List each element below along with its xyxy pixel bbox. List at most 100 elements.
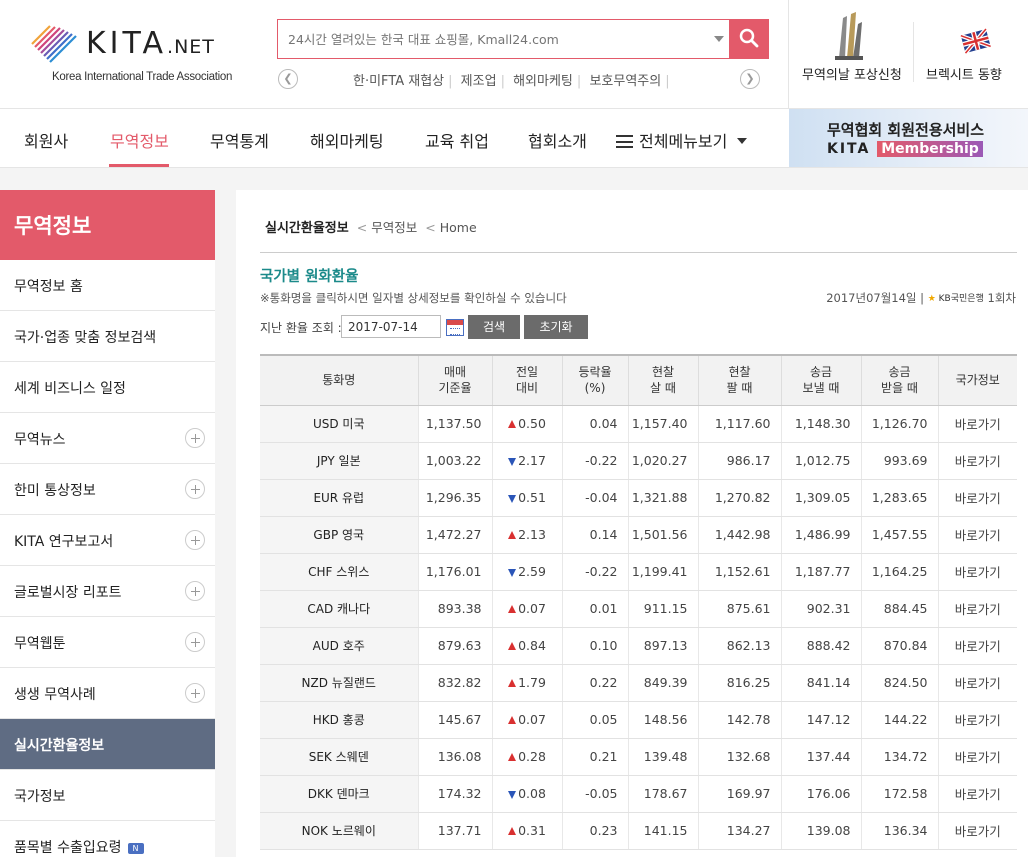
country-info-link[interactable]: 바로가기: [937, 516, 1017, 554]
breadcrumb-home[interactable]: Home: [440, 220, 477, 235]
currency-name-cell[interactable]: DKK 덴마크: [260, 775, 418, 813]
kita-logo[interactable]: KITA.NET Korea International Trade Assoc…: [30, 20, 260, 90]
new-badge: N: [127, 843, 144, 854]
promo-area: 무역의날 포상신청 브렉시트 동향: [788, 0, 1028, 108]
currency-name-cell[interactable]: EUR 유럽: [260, 479, 418, 517]
country-info-link[interactable]: 바로가기: [937, 775, 1017, 813]
change-percent-cell: 0.10: [561, 627, 628, 665]
keyword-item[interactable]: 제조업: [461, 74, 497, 89]
membership-banner[interactable]: 무역협회 회원전용서비스 KITA Membership: [789, 109, 1028, 167]
country-info-link[interactable]: 바로가기: [937, 664, 1017, 702]
country-info-link[interactable]: 바로가기: [937, 627, 1017, 665]
award-promo[interactable]: 무역의날 포상신청: [789, 0, 911, 108]
cash-sell-cell: 134.27: [697, 812, 781, 850]
keyword-next-icon[interactable]: ❯: [740, 69, 760, 89]
breadcrumb-parent[interactable]: 무역정보: [371, 220, 417, 235]
remit-send-cell: 888.42: [780, 627, 861, 665]
remit-receive-cell: 993.69: [860, 442, 938, 480]
calendar-icon[interactable]: [446, 319, 464, 336]
reset-button[interactable]: 초기화: [524, 315, 588, 339]
sidebar-item-korea-us-trade[interactable]: 한미 통상정보: [0, 464, 215, 515]
keyword-item[interactable]: 한·미FTA 재협상: [353, 74, 444, 89]
cash-buy-cell: 849.39: [627, 664, 698, 702]
expand-plus-icon[interactable]: [185, 428, 205, 448]
nav-item-overseas-marketing[interactable]: 해외마케팅: [310, 128, 384, 152]
change-percent-cell: 0.22: [561, 664, 628, 702]
sidebar-item-custom-search[interactable]: 국가·업종 맞춤 정보검색: [0, 311, 215, 362]
membership-subtitle: KITA Membership: [827, 141, 983, 157]
change-percent-cell: -0.22: [561, 553, 628, 591]
base-rate-cell: 1,137.50: [417, 405, 492, 443]
nav-item-trade-stats[interactable]: 무역통계: [210, 128, 269, 152]
expand-plus-icon[interactable]: [185, 632, 205, 652]
country-info-link[interactable]: 바로가기: [937, 479, 1017, 517]
keyword-item[interactable]: 해외마케팅: [513, 74, 573, 89]
search-dropdown-icon[interactable]: [714, 36, 724, 42]
brexit-promo[interactable]: 브렉시트 동향: [915, 0, 1028, 108]
award-promo-label: 무역의날 포상신청: [802, 68, 902, 83]
expand-plus-icon[interactable]: [185, 683, 205, 703]
cash-sell-cell: 169.97: [697, 775, 781, 813]
nav-item-about[interactable]: 협회소개: [528, 128, 587, 152]
sidebar-title: 무역정보: [0, 190, 215, 260]
remit-receive-cell: 1,457.55: [860, 516, 938, 554]
nav-all-menu[interactable]: 전체메뉴보기: [616, 128, 748, 152]
exchange-rate-table: 통화명 매매 기준율 전일 대비 등락율 (%) 현찰 살 때 현찰 팔 때 송금 보낼 때 송금 받을 때…: [260, 354, 1017, 850]
currency-name-cell[interactable]: NZD 뉴질랜드: [260, 664, 418, 702]
column-header: 국가정보: [937, 354, 1017, 406]
table-row: EUR 유럽 1,296.35 0.51 -0.04 1,321.88 1,270.82 1…: [260, 479, 1017, 517]
keyword-prev-icon[interactable]: ❮: [278, 69, 298, 89]
sidebar-item-trade-news[interactable]: 무역뉴스: [0, 413, 215, 464]
country-info-link[interactable]: 바로가기: [937, 738, 1017, 776]
keyword-item[interactable]: 보호무역주의: [589, 74, 661, 89]
currency-name-cell[interactable]: GBP 영국: [260, 516, 418, 554]
sidebar-item-exchange-rates[interactable]: 실시간환율정보: [0, 719, 215, 770]
sidebar-item-country-info[interactable]: 국가정보: [0, 770, 215, 821]
column-header: 현찰 살 때: [627, 354, 698, 406]
expand-plus-icon[interactable]: [185, 530, 205, 550]
country-info-link[interactable]: 바로가기: [937, 553, 1017, 591]
nav-item-trade-info[interactable]: 무역정보: [110, 128, 169, 152]
sidebar-item-global-market-report[interactable]: 글로벌시장 리포트: [0, 566, 215, 617]
keyword-bar: ❮ 한·미FTA 재협상 | 제조업 | 해외마케팅 | 보호무역주의 | ❯: [277, 67, 769, 91]
sidebar-item-trade-info-home[interactable]: 무역정보 홈: [0, 260, 215, 311]
sidebar-item-trade-cases[interactable]: 생생 무역사례: [0, 668, 215, 719]
triangle-down-icon: [508, 569, 517, 577]
country-info-link[interactable]: 바로가기: [937, 442, 1017, 480]
country-info-link[interactable]: 바로가기: [937, 405, 1017, 443]
currency-name-cell[interactable]: AUD 호주: [260, 627, 418, 665]
table-row: AUD 호주 879.63 0.84 0.10 897.13 862.13 888.42 87…: [260, 627, 1017, 665]
sidebar-item-business-schedule[interactable]: 세계 비즈니스 일정: [0, 362, 215, 413]
currency-name-cell[interactable]: HKD 홍콩: [260, 701, 418, 739]
search-button[interactable]: [729, 19, 769, 59]
country-info-link[interactable]: 바로가기: [937, 701, 1017, 739]
currency-name-cell[interactable]: CAD 캐나다: [260, 590, 418, 628]
sidebar-item-export-import-guide[interactable]: 품목별 수출입요령 N: [0, 821, 215, 857]
currency-name-cell[interactable]: JPY 일본: [260, 442, 418, 480]
country-info-link[interactable]: 바로가기: [937, 590, 1017, 628]
remit-receive-cell: 1,283.65: [860, 479, 938, 517]
remit-receive-cell: 1,164.25: [860, 553, 938, 591]
query-date-input[interactable]: [341, 315, 441, 338]
currency-name-cell[interactable]: CHF 스위스: [260, 553, 418, 591]
triangle-up-icon: [508, 716, 517, 724]
sidebar: 무역정보 무역정보 홈 국가·업종 맞춤 정보검색 세계 비즈니스 일정 무역뉴…: [0, 190, 215, 857]
sidebar-item-research-reports[interactable]: KITA 연구보고서: [0, 515, 215, 566]
hamburger-icon: [616, 135, 633, 148]
expand-plus-icon[interactable]: [185, 581, 205, 601]
currency-name-cell[interactable]: USD 미국: [260, 405, 418, 443]
nav-item-education-jobs[interactable]: 교육 취업: [425, 128, 489, 152]
kb-bank-logo: ★ KB국민은행: [927, 294, 984, 304]
currency-name-cell[interactable]: SEK 스웨덴: [260, 738, 418, 776]
column-header: 현찰 팔 때: [697, 354, 781, 406]
search-rate-button[interactable]: 검색: [468, 315, 520, 339]
rate-date: 2017년07월14일: [826, 291, 917, 305]
remit-send-cell: 1,187.77: [780, 553, 861, 591]
nav-item-members[interactable]: 회원사: [24, 128, 68, 152]
column-header: 전일 대비: [491, 354, 562, 406]
sidebar-item-trade-webtoon[interactable]: 무역웹툰: [0, 617, 215, 668]
country-info-link[interactable]: 바로가기: [937, 812, 1017, 850]
currency-name-cell[interactable]: NOK 노르웨이: [260, 812, 418, 850]
expand-plus-icon[interactable]: [185, 479, 205, 499]
search-input[interactable]: [278, 20, 698, 58]
